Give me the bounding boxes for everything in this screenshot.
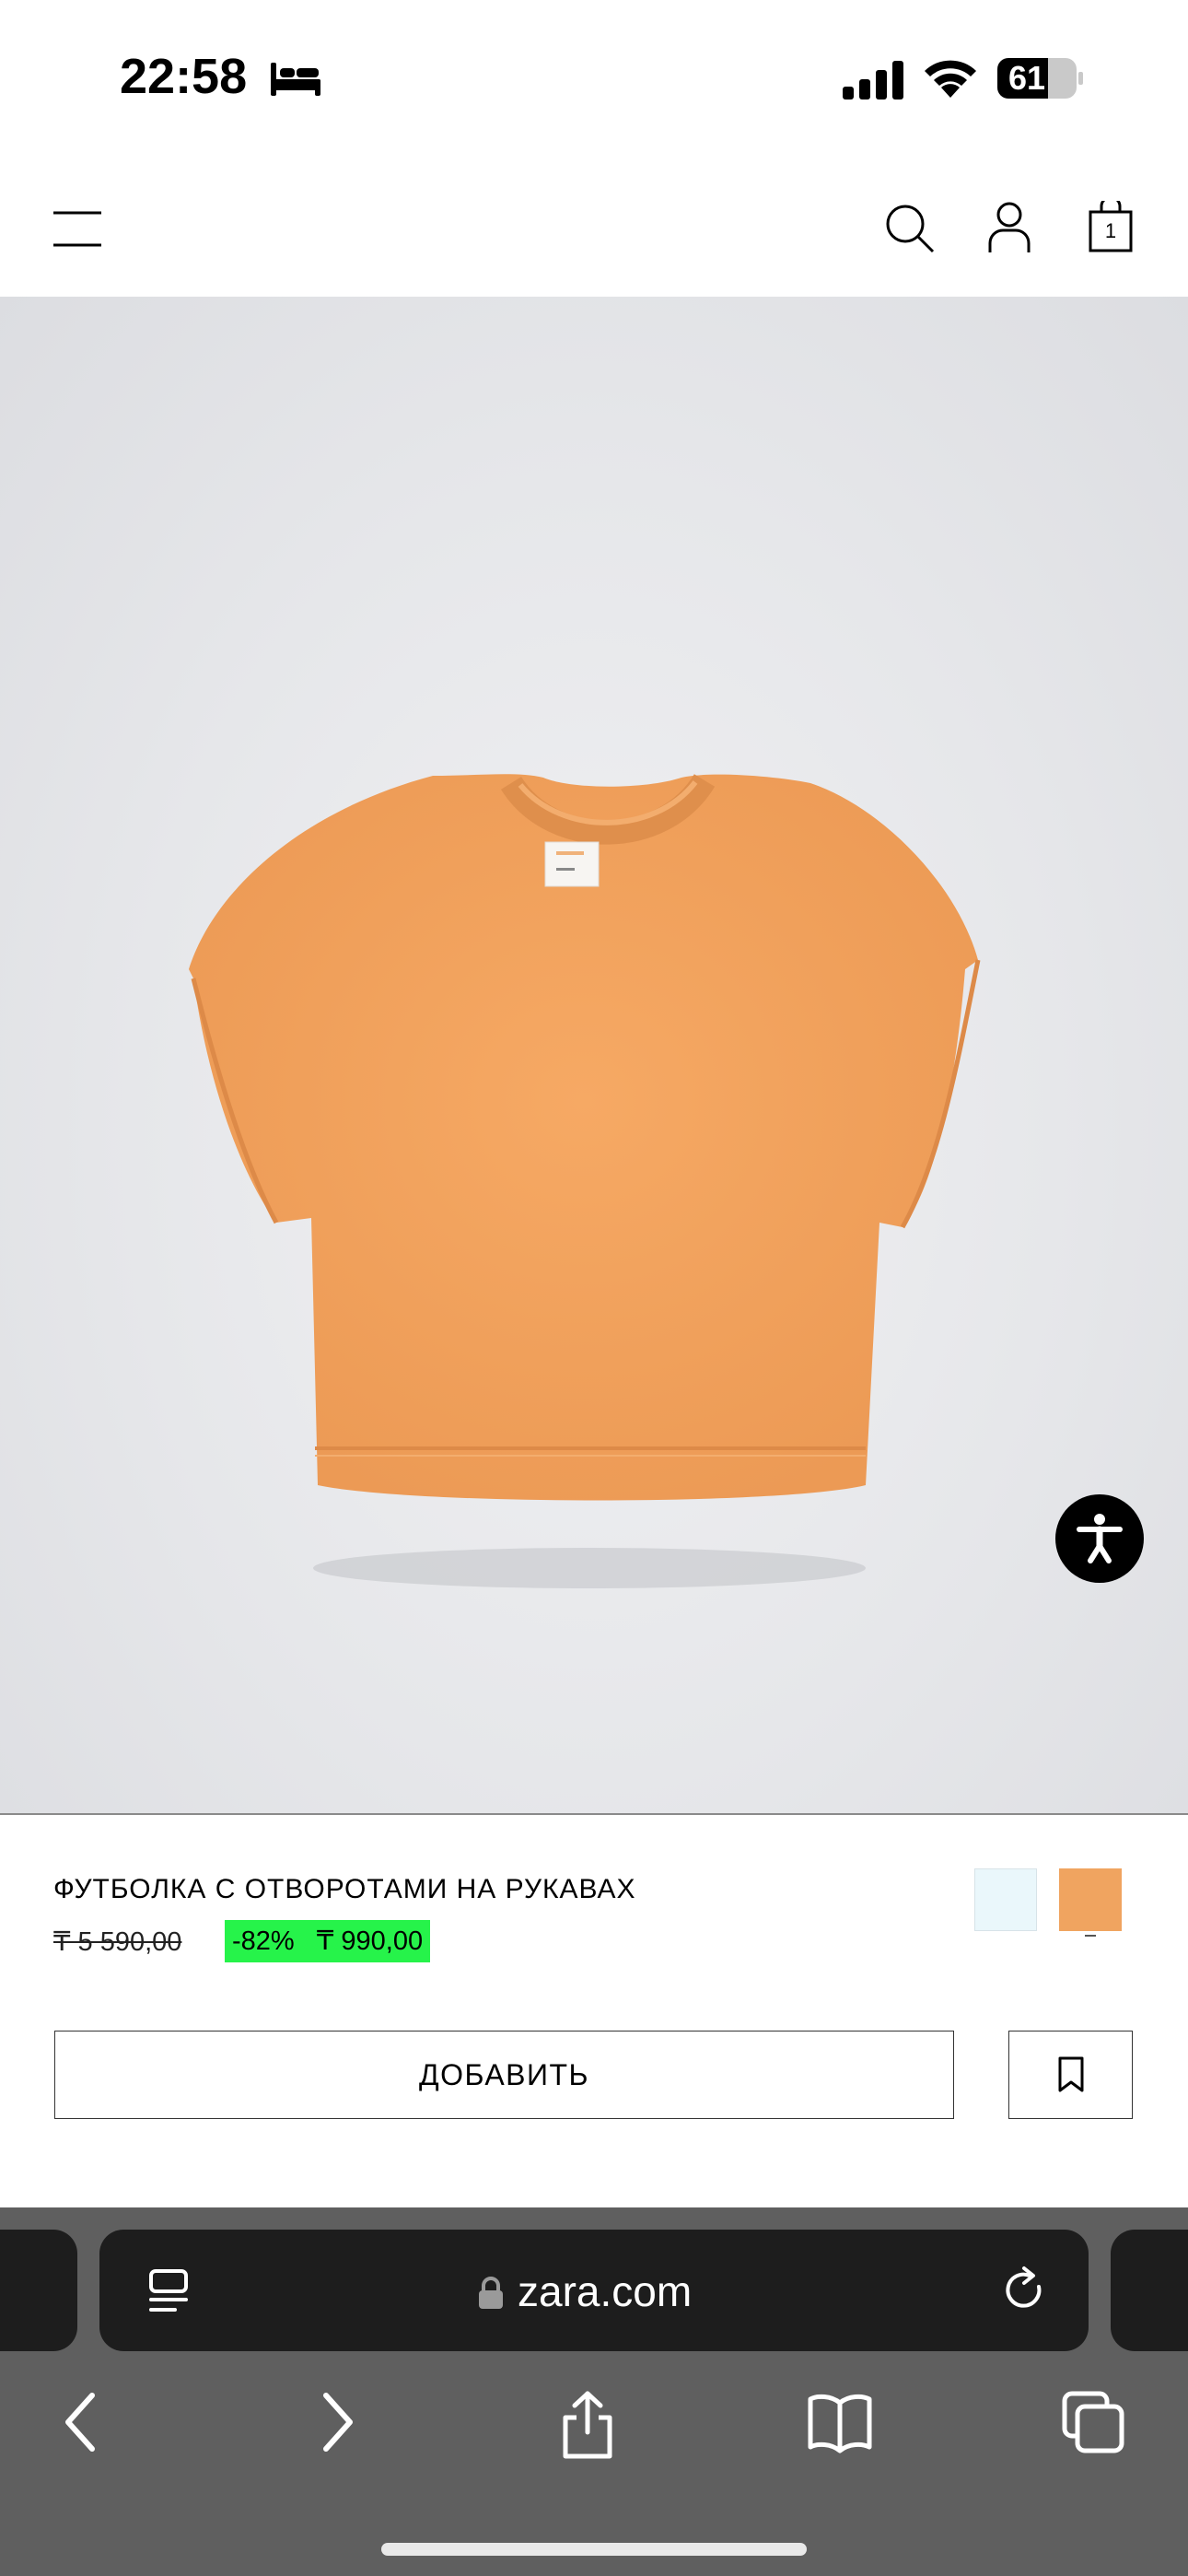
product-image[interactable] [0, 297, 1188, 1815]
wifi-icon [925, 60, 976, 98]
old-price: ₸ 5 590,00 [53, 1927, 182, 1957]
lock-icon [479, 2277, 503, 2309]
bookmark-icon [1058, 2056, 1083, 2092]
discount-badge: -82% ₸ 990,00 [225, 1920, 431, 1962]
accessibility-button[interactable] [1055, 1494, 1144, 1583]
accessibility-icon [1077, 1514, 1123, 1563]
search-icon[interactable] [884, 203, 936, 254]
home-indicator[interactable] [381, 2543, 807, 2556]
bookmarks-icon[interactable] [807, 2390, 873, 2454]
forward-icon[interactable] [317, 2390, 359, 2454]
url-text[interactable]: zara.com [518, 2266, 692, 2316]
cellular-signal-icon [843, 61, 903, 100]
tabs-icon[interactable] [1061, 2390, 1125, 2454]
product-title: ФУТБОЛКА С ОТВОРОТАМИ НА РУКАВАХ [53, 1874, 636, 1904]
status-time: 22:58 [120, 49, 248, 104]
color-swatch-orange[interactable] [1059, 1868, 1122, 1931]
reader-icon[interactable] [147, 2268, 192, 2314]
sleep-bed-icon [271, 63, 320, 96]
tshirt-illustration [189, 773, 981, 1588]
back-icon[interactable] [59, 2390, 101, 2454]
battery-level: 61 [1007, 59, 1046, 97]
share-icon[interactable] [558, 2390, 617, 2460]
swatch-selected-indicator [1085, 1935, 1096, 1937]
sale-price: ₸ 990,00 [316, 1926, 424, 1956]
color-swatch-light-blue[interactable] [974, 1868, 1037, 1931]
bookmark-button[interactable] [1008, 2031, 1133, 2119]
reload-icon[interactable] [1002, 2265, 1050, 2316]
user-icon[interactable] [987, 201, 1031, 254]
bag-count: 1 [1104, 219, 1117, 242]
menu-icon[interactable] [53, 210, 101, 249]
previous-tab-preview[interactable] [0, 2230, 77, 2351]
discount-percent: -82% [232, 1926, 295, 1956]
add-to-cart-button[interactable]: ДОБАВИТЬ [54, 2031, 954, 2119]
next-tab-preview[interactable] [1111, 2230, 1188, 2351]
